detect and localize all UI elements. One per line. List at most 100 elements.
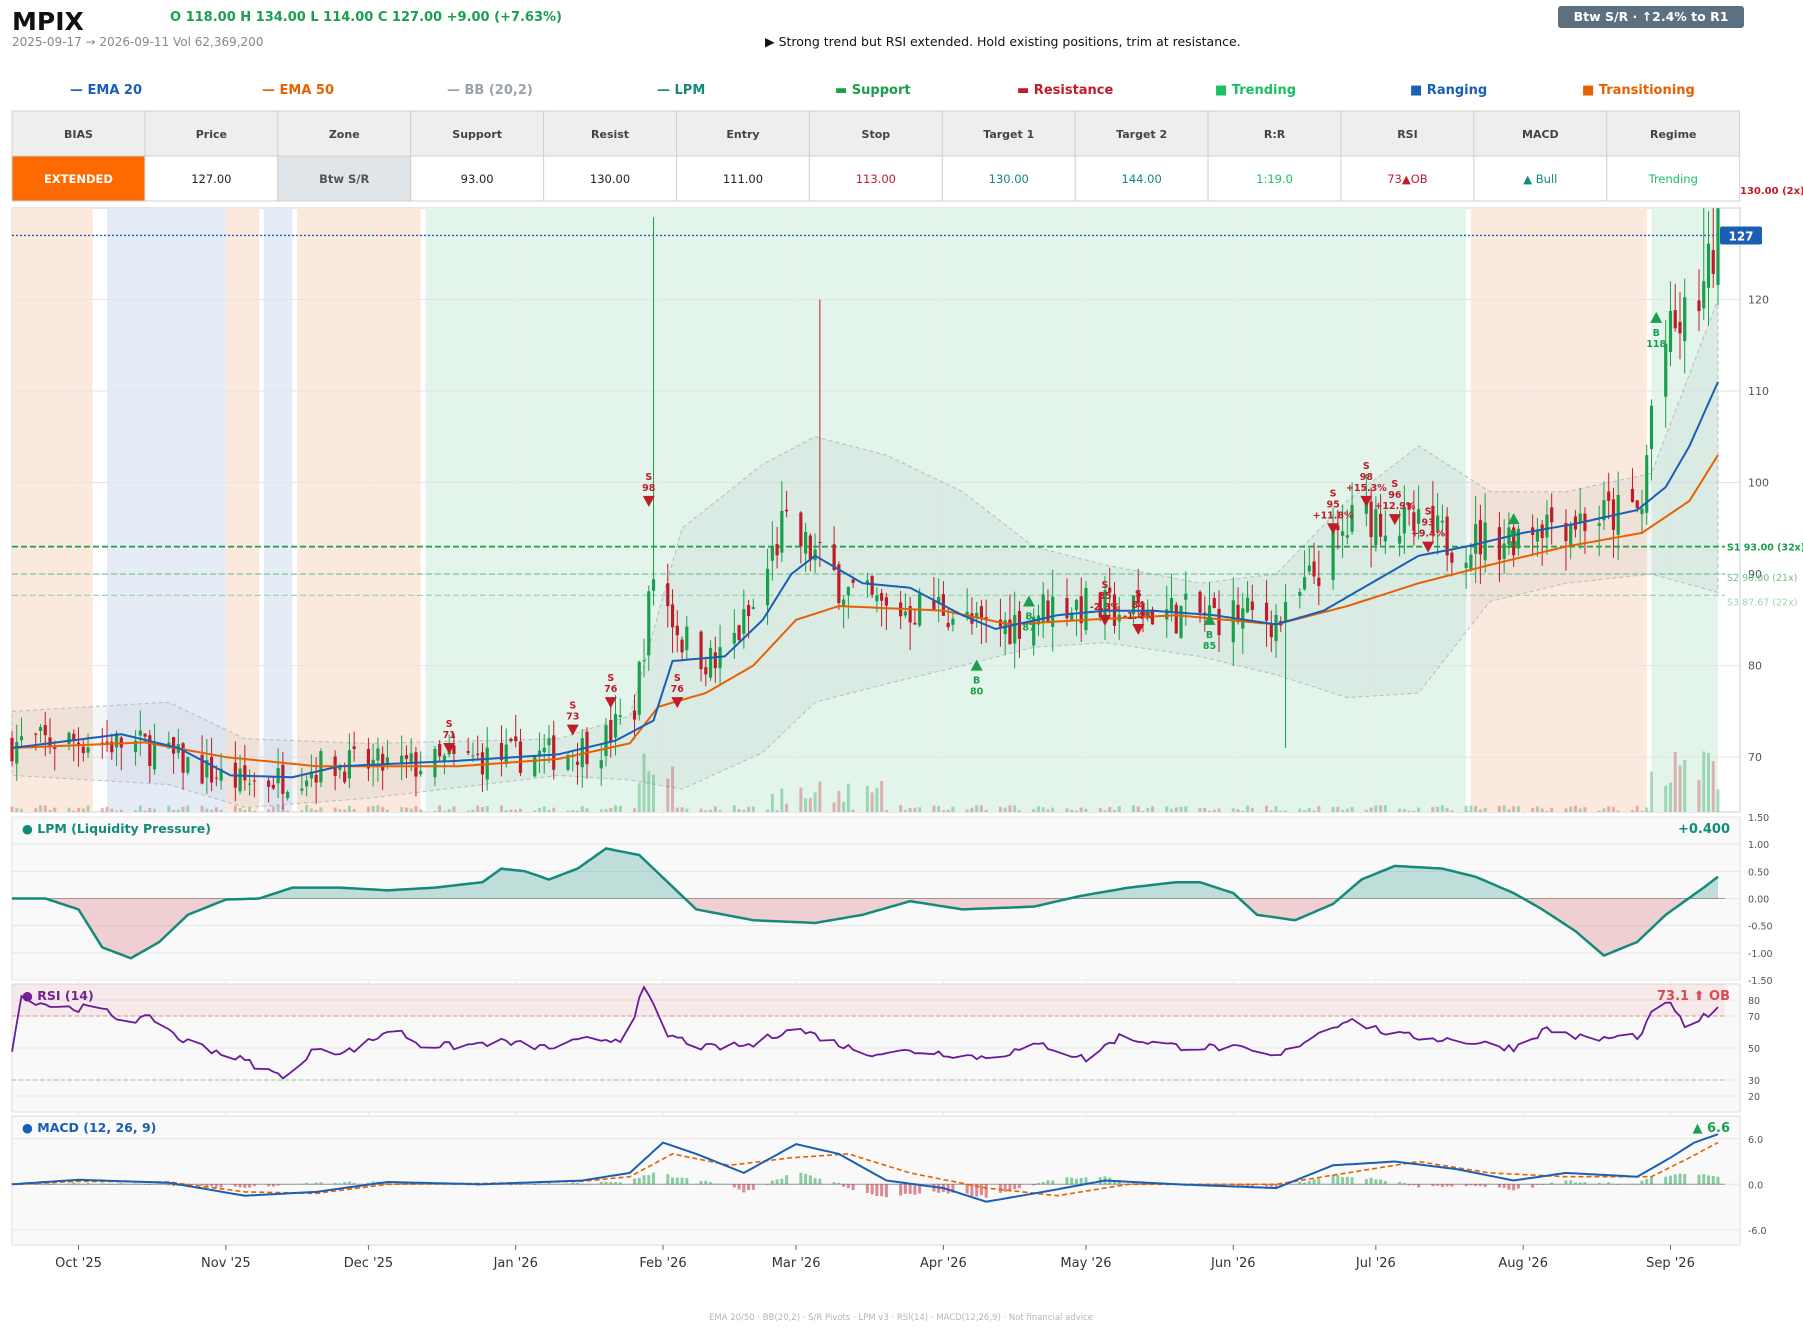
candle-body [1550,507,1554,523]
macd-histogram-bar [913,1184,917,1195]
volume-bar [1174,807,1178,812]
table-value-resist: 130.00 [590,172,630,186]
candle-body [846,586,850,596]
candle-body [1250,601,1254,610]
macd-histogram-bar [148,1184,152,1185]
macd-histogram-bar [884,1184,888,1198]
volume-bar [618,805,622,812]
candle-body [880,593,884,601]
volume-bar [186,805,190,812]
candle-body [770,546,774,561]
signal-label-line: B [973,676,980,687]
candle-body [281,764,285,794]
candle-body [1013,614,1017,644]
volume-bar [642,753,646,812]
macd-histogram-bar [67,1183,71,1185]
macd-histogram-bar [1540,1184,1544,1185]
regime-band-ranging [263,208,293,812]
macd-histogram-bar [105,1184,109,1185]
candle-body [1184,593,1188,600]
volume-bar [181,806,185,812]
table-value-zone: Btw S/R [319,172,369,186]
macd-histogram-bar [599,1181,603,1185]
candle-body [746,604,751,617]
volume-bar [286,810,290,812]
volume-bar [1350,806,1354,812]
volume-bar [1046,809,1050,812]
volume-bar [1616,810,1620,812]
macd-histogram-bar [780,1178,784,1185]
volume-bar [414,806,418,812]
volume-bar [604,809,608,812]
table-value-entry: 111.00 [723,172,763,186]
table-header-label: R:R [1264,128,1286,141]
macd-histogram-bar [899,1184,903,1196]
subpanel-tick-label: -6.0 [1748,1226,1767,1237]
chart-root: MPIX O 118.00 H 134.00 L 114.00 C 127.00 … [10,6,1803,1323]
volume-bar [832,802,836,812]
volume-bar [818,781,822,812]
signal-label-line: 118 [1646,339,1666,350]
candle-body [632,710,637,720]
macd-histogram-bar [1450,1184,1454,1187]
volume-bar [1208,810,1212,812]
price-tick-label: 70 [1748,751,1762,764]
volume-bar [533,810,537,812]
macd-histogram-bar [1032,1184,1036,1186]
legend-entry: ■ Trending [1215,83,1296,98]
candle-body [533,756,537,777]
volume-bar [214,807,218,812]
volume-bar [1673,751,1677,812]
table-value-r-r: 1:19.0 [1256,172,1293,186]
volume-bar [1578,808,1582,812]
volume-bar [1212,809,1216,812]
volume-bar [1531,807,1535,812]
date-volume-line: 2025-09-17 → 2026-09-11 Vol 62,369,200 [12,35,263,49]
volume-bar [1008,805,1012,812]
volume-bar [1431,806,1435,812]
candle-body [1702,281,1706,309]
volume-bar [1103,810,1107,812]
volume-bar [747,806,751,812]
volume-bar [718,810,722,812]
table-header-label: MACD [1522,128,1559,141]
candle-body [1264,602,1269,621]
volume-bar [1065,808,1069,812]
volume-bar [1217,808,1221,812]
volume-bar [300,810,304,812]
volume-bar [1545,810,1549,812]
candle-body [803,532,808,554]
volume-bar [685,808,689,812]
candle-body [903,611,907,616]
x-tick-label: Jul '26 [1355,1256,1396,1271]
candle-body [1169,598,1174,612]
volume-bar [742,809,746,812]
signal-label-line: 93 [1422,518,1435,529]
volume-bar [937,805,941,812]
subpanel-tick-label: -1.00 [1748,949,1773,960]
volume-bar [1146,808,1150,812]
candle-body [1217,608,1221,636]
candle-body [946,622,950,628]
candle-body [43,725,47,736]
macd-histogram-bar [1065,1177,1069,1185]
macd-histogram-bar [1431,1184,1435,1187]
macd-histogram-bar [243,1184,247,1188]
volume-bar [1369,807,1373,812]
candle-body [38,726,43,731]
subpanel-tick-label: 0.0 [1748,1180,1763,1191]
volume-bar [248,807,252,812]
candle-body [466,751,470,753]
signal-label-line: B [1025,612,1032,623]
candle-body [67,732,71,744]
subpanel-tick-label: 0.00 [1748,895,1769,906]
regime-band-transitioning [225,208,260,812]
volume-bar [1165,806,1169,812]
volume-bar [633,808,637,812]
volume-bar [1597,810,1601,812]
macd-histogram-bar [77,1183,81,1185]
volume-bar [1036,806,1040,812]
macd-histogram-bar [214,1184,218,1188]
signal-label-line: S [1425,507,1432,518]
signal-label-line: 85 [1098,591,1111,602]
